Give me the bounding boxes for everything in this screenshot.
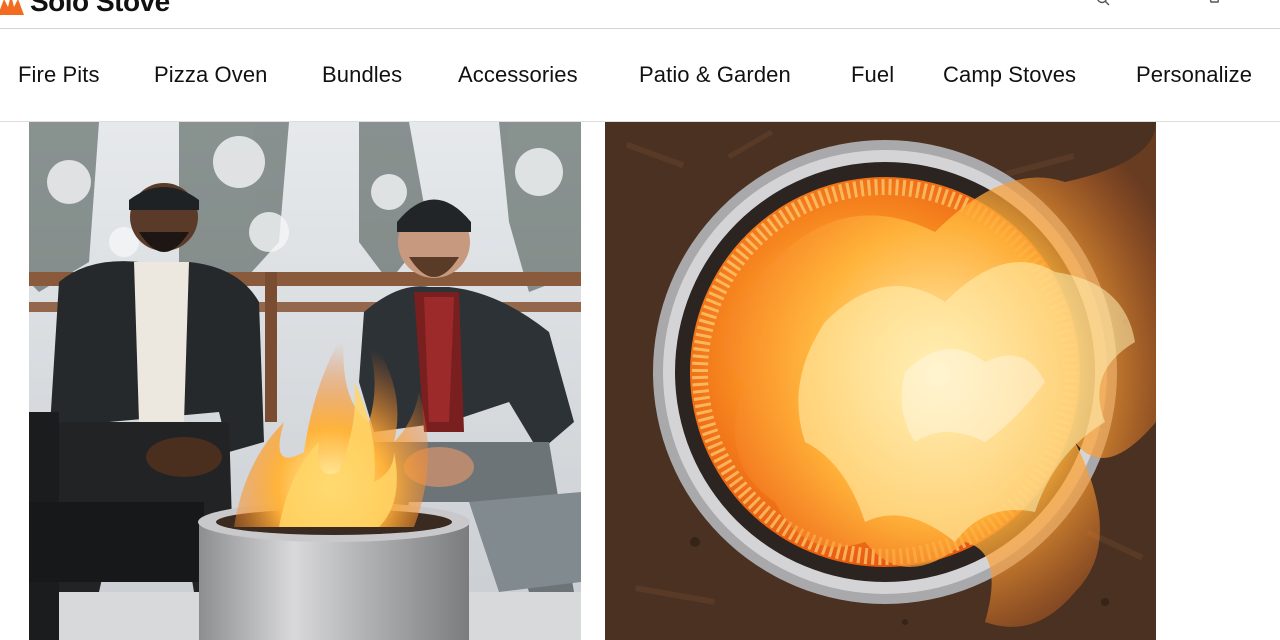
brand-name: Solo Stove [30,0,170,17]
logo-flame-icon [0,0,24,15]
header-icons [1096,0,1220,6]
nav-item-camp-stoves[interactable]: Camp Stoves [943,62,1076,88]
brand-logo[interactable]: Solo Stove [0,0,170,18]
search-icon[interactable] [1096,0,1110,6]
nav-item-personalize[interactable]: Personalize [1136,62,1252,88]
nav-item-fuel[interactable]: Fuel [851,62,894,88]
photo-fire-pit-flames-top-view [605,122,1156,640]
nav-item-fire-pits[interactable]: Fire Pits [18,62,100,88]
nav-item-patio-garden[interactable]: Patio & Garden [639,62,791,88]
cart-icon[interactable] [1206,0,1220,6]
nav-item-bundles[interactable]: Bundles [322,62,402,88]
top-header: Solo Stove [0,0,1280,29]
hero-image-friends-fire-pit[interactable] [29,122,581,640]
hero-image-fire-pit-flames[interactable] [605,122,1156,640]
nav-item-accessories[interactable]: Accessories [458,62,578,88]
main-nav: Fire Pits Pizza Oven Bundles Accessories… [0,29,1280,122]
nav-item-pizza-oven[interactable]: Pizza Oven [154,62,268,88]
photo-friends-around-fire-pit [29,122,581,640]
